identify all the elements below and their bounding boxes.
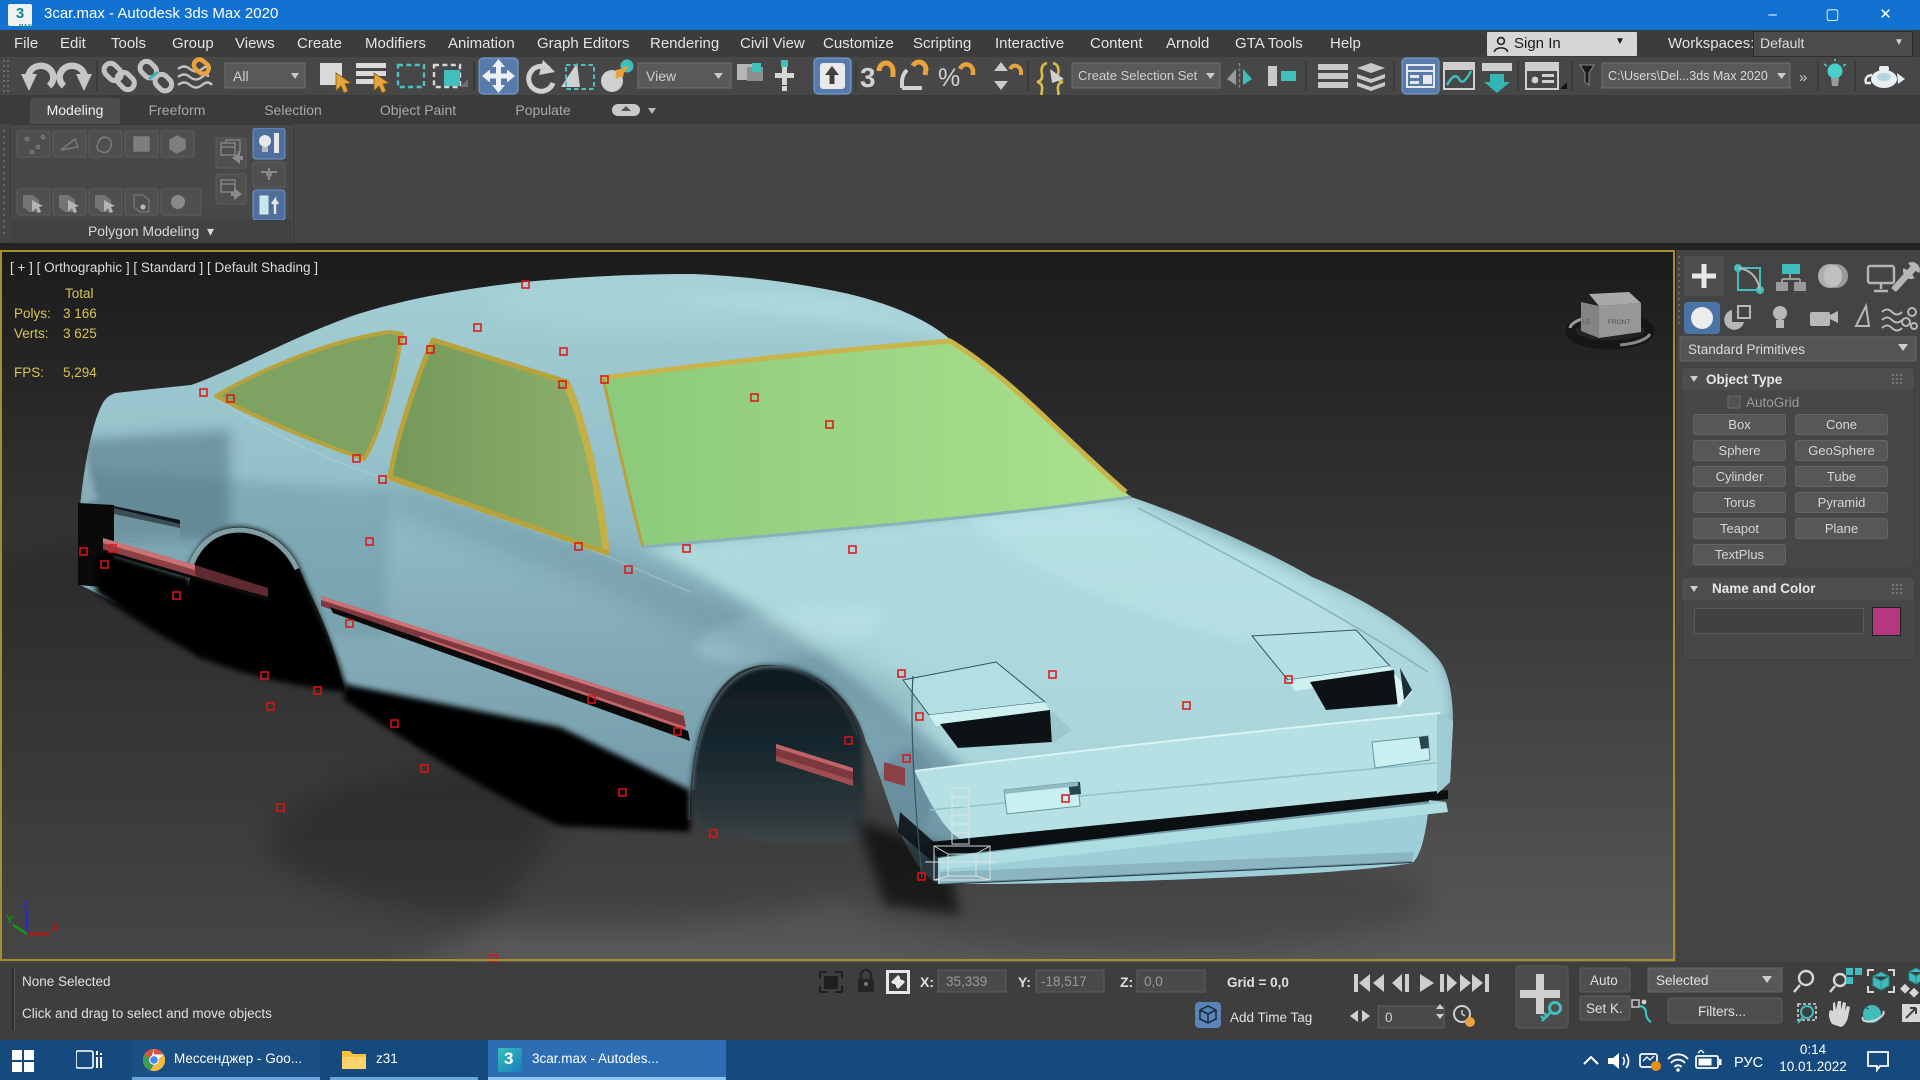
svg-text:Filters...: Filters... <box>1698 1004 1746 1019</box>
svg-text:3: 3 <box>860 62 876 93</box>
svg-text:AutoGrid: AutoGrid <box>1746 395 1799 410</box>
svg-text:0,0: 0,0 <box>1144 974 1163 989</box>
svg-text:C:\Users\Del...3ds Max 2020: C:\Users\Del...3ds Max 2020 <box>1608 69 1768 83</box>
svg-text:FRONT: FRONT <box>1608 319 1630 326</box>
svg-text:Y:: Y: <box>1018 974 1031 990</box>
svg-text:Grid = 0,0: Grid = 0,0 <box>1227 975 1289 990</box>
svg-text:X: X <box>51 922 59 934</box>
svg-text:Add Time Tag: Add Time Tag <box>1230 1010 1312 1025</box>
svg-text:0: 0 <box>1385 1010 1393 1025</box>
svg-text:Auto: Auto <box>1590 973 1618 988</box>
svg-text:РУС: РУС <box>1734 1055 1763 1071</box>
svg-text:%: % <box>938 64 960 92</box>
svg-text:Z: Z <box>22 899 29 911</box>
svg-text:Z:: Z: <box>1120 974 1133 990</box>
svg-text:LE: LE <box>1583 320 1590 326</box>
svg-text:Y: Y <box>6 914 14 926</box>
svg-text:Create Selection Set: Create Selection Set <box>1078 68 1198 83</box>
svg-text:-18,517: -18,517 <box>1041 974 1087 989</box>
svg-text:View: View <box>646 68 677 84</box>
svg-text:Set K.: Set K. <box>1586 1001 1623 1016</box>
svg-text:35,339: 35,339 <box>946 974 987 989</box>
svg-text:Object Type: Object Type <box>1706 372 1783 387</box>
svg-text:»: » <box>1799 69 1807 86</box>
svg-text:Standard Primitives: Standard Primitives <box>1688 342 1805 357</box>
svg-text:X:: X: <box>920 974 934 990</box>
svg-text:All: All <box>233 68 249 84</box>
svg-text:Selected: Selected <box>1656 973 1709 988</box>
